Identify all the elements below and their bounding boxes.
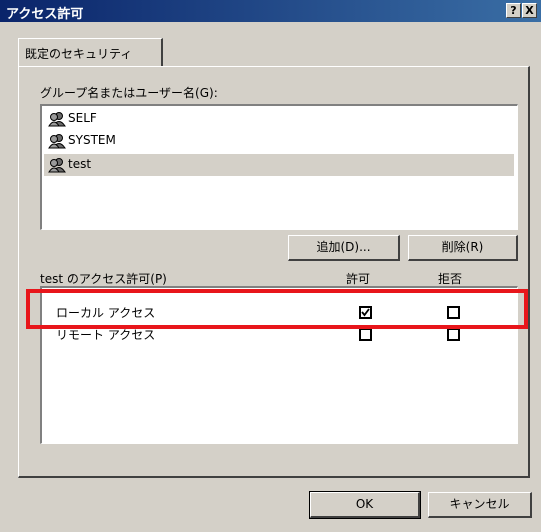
groups-label: グループ名またはユーザー名(G): <box>40 86 218 100</box>
help-button[interactable]: ? <box>506 3 521 18</box>
window-title: アクセス許可 <box>6 7 84 22</box>
user-group-icon <box>48 133 66 149</box>
permissions-label: test のアクセス許可(P) <box>40 272 167 286</box>
user-group-icon <box>48 111 66 127</box>
remove-button[interactable]: 削除(R) <box>408 235 518 261</box>
cancel-button[interactable]: キャンセル <box>428 492 532 518</box>
allow-remote-checkbox[interactable] <box>359 328 372 341</box>
ok-button[interactable]: OK <box>309 491 421 519</box>
user-group-icon <box>48 157 66 173</box>
deny-remote-checkbox[interactable] <box>447 328 460 341</box>
group-user-list[interactable]: SELF SYSTEM test <box>40 104 518 230</box>
title-bar[interactable]: アクセス許可 ? X <box>0 0 541 22</box>
close-button[interactable]: X <box>522 3 537 18</box>
tab-label: 既定のセキュリティ <box>25 47 133 61</box>
permissions-dialog: アクセス許可 ? X 既定のセキュリティ グループ名またはユーザー名(G): S… <box>0 0 541 532</box>
list-item-self[interactable]: SELF <box>44 108 514 130</box>
list-item-name: SYSTEM <box>68 133 116 147</box>
deny-header: 拒否 <box>438 272 463 286</box>
list-item-system[interactable]: SYSTEM <box>44 130 514 152</box>
highlight-box <box>26 289 528 329</box>
list-item-name: test <box>68 157 92 171</box>
add-button[interactable]: 追加(D)... <box>288 235 400 261</box>
list-item-test[interactable]: test <box>44 154 514 176</box>
allow-header: 許可 <box>346 272 371 286</box>
tab-default-security[interactable]: 既定のセキュリティ <box>18 38 163 66</box>
list-item-name: SELF <box>68 111 97 125</box>
